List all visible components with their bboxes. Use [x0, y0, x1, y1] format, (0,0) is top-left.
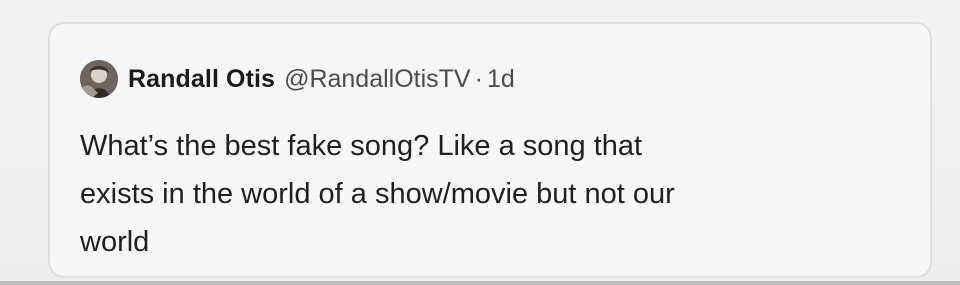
- tweet-header: Randall Otis @RandallOtisTV · 1d: [80, 58, 515, 100]
- metadata-separator: ·: [474, 64, 483, 93]
- profile-avatar[interactable]: [80, 60, 118, 98]
- author-handle[interactable]: @RandallOtisTV: [284, 65, 471, 94]
- screenshot-page: Randall Otis @RandallOtisTV · 1d What’s …: [0, 0, 960, 285]
- author-display-name[interactable]: Randall Otis: [128, 65, 275, 94]
- profile-photo-icon: [80, 60, 118, 98]
- tweet-body-text: What’s the best fake song? Like a song t…: [80, 130, 675, 258]
- bottom-edge-divider: [0, 281, 960, 285]
- tweet-timestamp[interactable]: 1d: [487, 65, 515, 94]
- quoted-tweet-card[interactable]: Randall Otis @RandallOtisTV · 1d What’s …: [48, 22, 932, 278]
